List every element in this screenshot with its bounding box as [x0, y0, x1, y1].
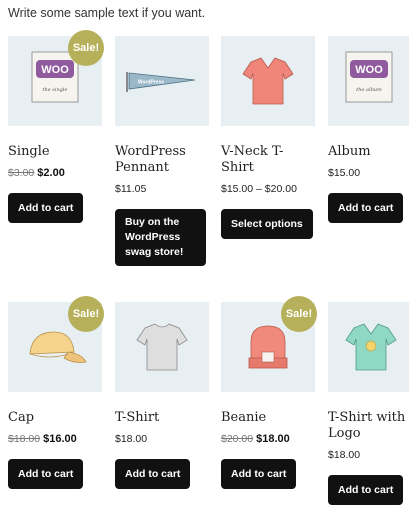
product-image[interactable]: WordPress — [115, 36, 209, 126]
product-card-pennant: WordPress WordPress Pennant $11.05 Buy o… — [115, 36, 209, 266]
sale-badge: Sale! — [68, 30, 104, 66]
sale-price: $18.00 — [256, 433, 290, 445]
old-price: $20.00 — [221, 433, 254, 445]
product-title[interactable]: T-Shirt with Logo — [328, 410, 408, 442]
old-price: $3.00 — [8, 167, 35, 179]
product-card-vneck: V-Neck T-Shirt $15.00 – $20.00 Select op… — [221, 36, 315, 239]
woo-logo-text: WOO — [355, 64, 383, 76]
product-title[interactable]: Album — [328, 144, 409, 160]
intro-text: Write some sample text if you want. — [8, 6, 206, 20]
product-card-tshirt: T-Shirt $18.00 Add to cart — [115, 302, 209, 489]
price-range: $15.00 – $20.00 — [221, 183, 297, 195]
product-image[interactable] — [221, 36, 315, 126]
product-image[interactable] — [115, 302, 209, 392]
product-title[interactable]: WordPress Pennant — [115, 144, 195, 176]
tshirt-icon — [136, 323, 188, 371]
product-card-beanie: Sale! Beanie $20.00 $18.00 Add to cart — [221, 296, 317, 489]
vneck-shirt-icon — [242, 57, 294, 105]
product-card-single: Sale! WOO the single Single $3.00 $2.00 A… — [8, 30, 104, 223]
product-title[interactable]: Cap — [8, 410, 102, 426]
old-price: $18.00 — [8, 433, 41, 445]
product-price: $15.00 — [328, 167, 409, 179]
add-to-cart-button[interactable]: Add to cart — [328, 475, 404, 505]
select-options-button[interactable]: Select options — [221, 209, 313, 239]
product-card-album: WOO the album Album $15.00 Add to cart — [328, 36, 409, 223]
album-caption: the single — [43, 87, 68, 93]
sale-price: $2.00 — [37, 167, 65, 179]
sale-price: $16.00 — [43, 433, 77, 445]
product-title[interactable]: Beanie — [221, 410, 315, 426]
buy-external-button[interactable]: Buy on the WordPress swag store! — [115, 209, 206, 266]
album-caption: the album — [356, 87, 382, 93]
product-title[interactable]: Single — [8, 144, 102, 160]
product-price: $18.00 — [328, 449, 409, 461]
pennant-caption: WordPress — [138, 80, 165, 86]
add-to-cart-button[interactable]: Add to cart — [8, 193, 84, 223]
logo-shirt-icon — [345, 323, 397, 371]
woo-album-icon: WOO the album — [345, 51, 393, 103]
product-price: $18.00 — [115, 433, 209, 445]
product-price: $11.05 — [115, 183, 209, 195]
regular-price: $11.05 — [115, 183, 147, 195]
regular-price: $18.00 — [115, 433, 148, 445]
product-image[interactable]: WOO the album — [328, 36, 409, 126]
product-card-logo-shirt: T-Shirt with Logo $18.00 Add to cart — [328, 302, 409, 505]
woo-logo-text: WOO — [41, 64, 69, 76]
pennant-icon: WordPress — [126, 72, 196, 92]
add-to-cart-button[interactable]: Add to cart — [328, 193, 404, 223]
product-title[interactable]: V-Neck T-Shirt — [221, 144, 315, 176]
product-card-cap: Sale! Cap $18.00 $16.00 Add to cart — [8, 296, 104, 489]
add-to-cart-button[interactable]: Add to cart — [8, 459, 84, 489]
add-to-cart-button[interactable]: Add to cart — [221, 459, 297, 489]
product-image[interactable] — [328, 302, 409, 392]
product-price: $3.00 $2.00 — [8, 167, 102, 179]
product-price: $15.00 – $20.00 — [221, 183, 315, 195]
add-to-cart-button[interactable]: Add to cart — [115, 459, 191, 489]
product-title[interactable]: T-Shirt — [115, 410, 209, 426]
product-price: $20.00 $18.00 — [221, 433, 315, 445]
regular-price: $18.00 — [328, 449, 361, 461]
sale-badge: Sale! — [281, 296, 317, 332]
regular-price: $15.00 — [328, 167, 361, 179]
sale-badge: Sale! — [68, 296, 104, 332]
product-price: $18.00 $16.00 — [8, 433, 102, 445]
